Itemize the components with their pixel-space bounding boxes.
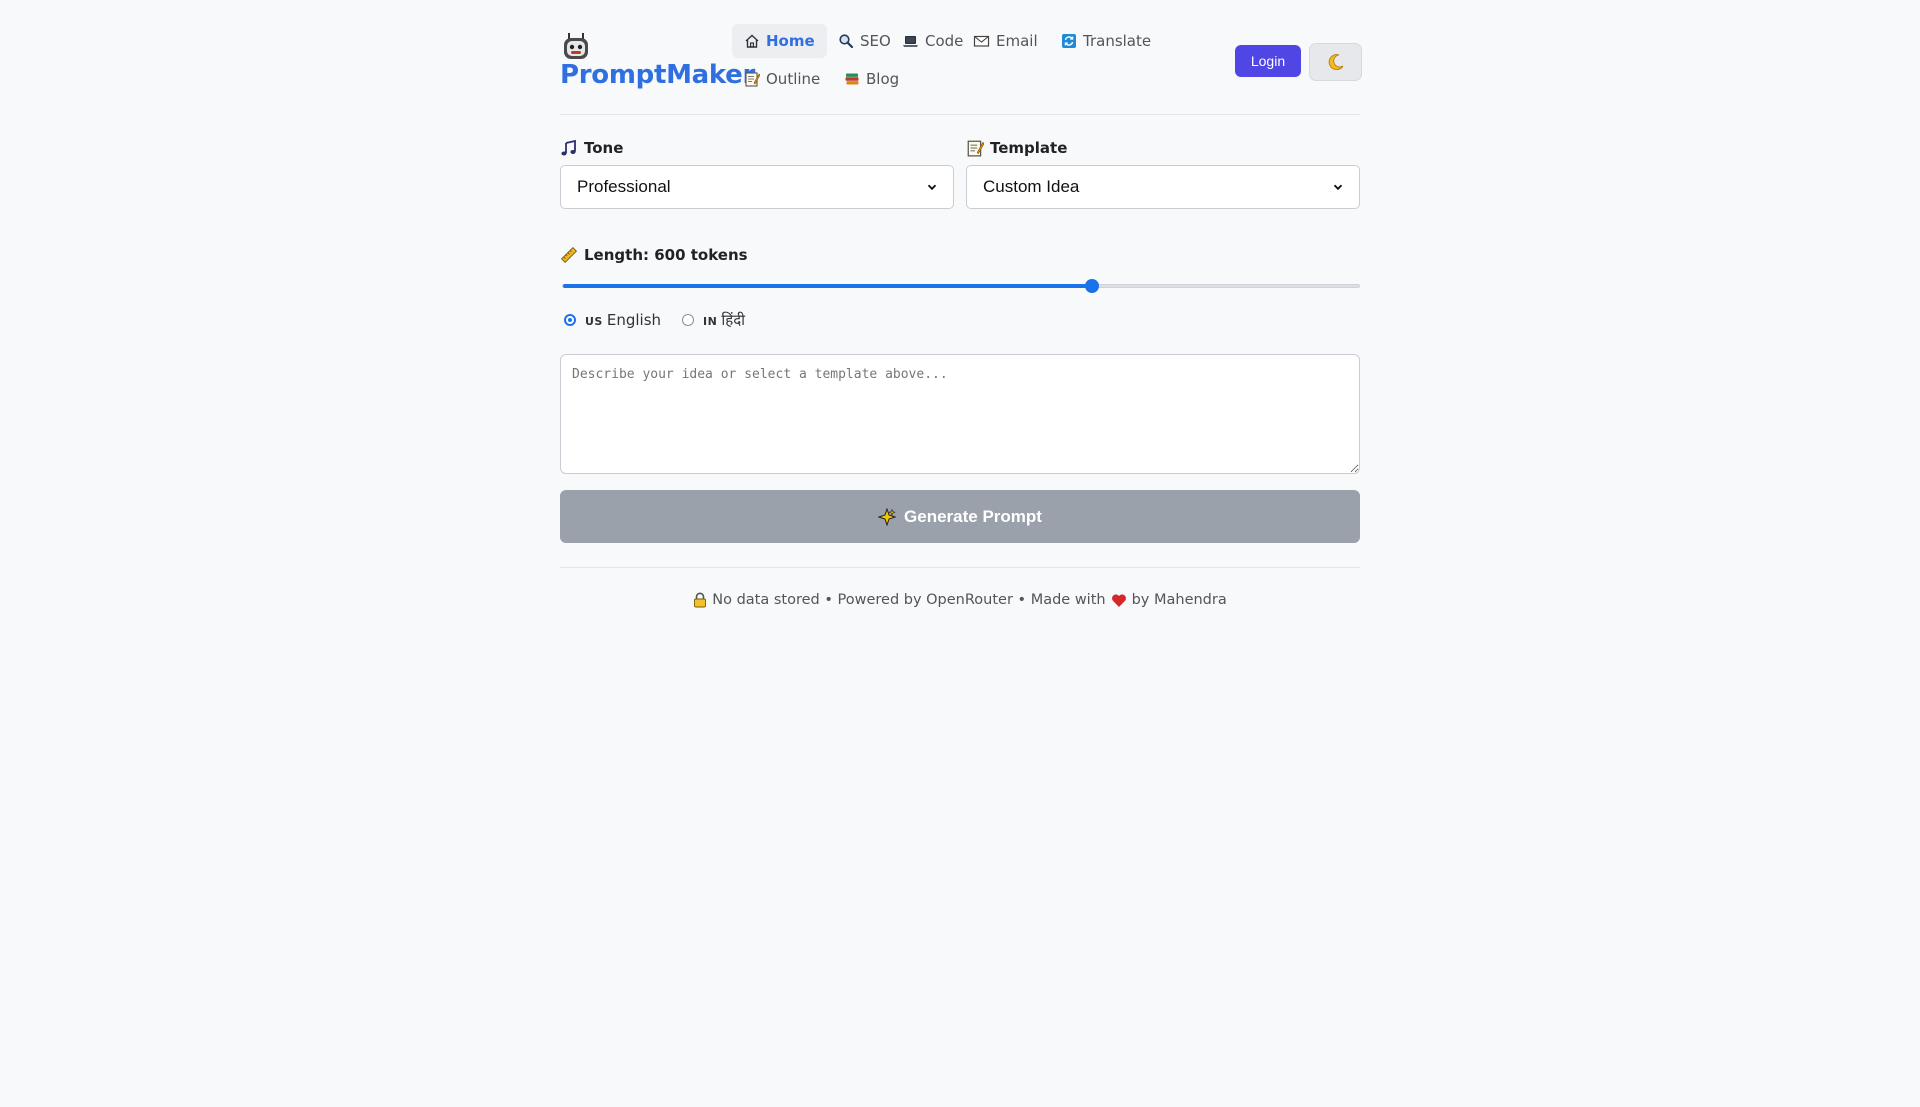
length-slider[interactable] xyxy=(562,279,1360,293)
magnifier-icon xyxy=(839,34,854,49)
heart-icon xyxy=(1111,593,1126,607)
theme-toggle-button[interactable] xyxy=(1309,43,1362,81)
footer: No data stored • Powered by OpenRouter •… xyxy=(560,592,1360,608)
moon-icon xyxy=(1328,54,1343,70)
footer-text-2: by Mahendra xyxy=(1131,592,1227,608)
nav-home-label: Home xyxy=(766,32,815,50)
language-label-hindi[interactable]: IN हिंदी xyxy=(703,310,745,330)
music-note-icon xyxy=(561,139,576,156)
sparkles-icon xyxy=(878,507,897,526)
nav-home[interactable]: Home xyxy=(732,24,827,58)
length-label-text: Length: 600 tokens xyxy=(584,246,748,264)
generate-prompt-label: Generate Prompt xyxy=(904,506,1042,526)
nav-translate[interactable]: Translate xyxy=(1049,24,1163,58)
language-radio-english[interactable] xyxy=(564,314,576,326)
template-select[interactable]: Custom Idea xyxy=(966,165,1360,209)
nav-translate-label: Translate xyxy=(1083,32,1152,50)
ruler-icon xyxy=(560,246,578,264)
brand-name[interactable]: PromptMaker xyxy=(560,60,755,90)
robot-icon xyxy=(560,30,592,62)
length-label: Length: 600 tokens xyxy=(560,246,748,264)
memo-icon xyxy=(967,140,984,157)
nav-email[interactable]: Email xyxy=(961,24,1050,58)
template-select-value: Custom Idea xyxy=(983,177,1080,196)
tone-label-text: Tone xyxy=(584,139,624,157)
login-button[interactable]: Login xyxy=(1235,45,1301,77)
generate-prompt-button[interactable]: Generate Prompt xyxy=(560,490,1360,543)
length-slider-thumb[interactable] xyxy=(1084,279,1099,293)
nav-outline[interactable]: Outline xyxy=(732,62,832,96)
footer-text-1: No data stored • Powered by OpenRouter •… xyxy=(712,592,1106,608)
nav-email-label: Email xyxy=(996,32,1038,50)
language-radio-hindi[interactable] xyxy=(682,314,695,326)
in-flag-icon: IN xyxy=(703,315,718,328)
length-slider-fill xyxy=(563,284,1092,288)
tone-select[interactable]: Professional xyxy=(560,165,954,209)
language-label-english[interactable]: US English xyxy=(585,311,661,329)
memo-icon xyxy=(745,72,760,87)
lock-icon xyxy=(694,592,707,608)
footer-divider xyxy=(560,567,1360,568)
language-options: US English IN हिंदी xyxy=(564,310,745,330)
app-container: PromptMaker Home SEO Code Email Translat… xyxy=(560,0,1362,608)
home-icon xyxy=(745,34,759,48)
nav-blog[interactable]: Blog xyxy=(832,62,911,96)
us-flag-icon: US xyxy=(585,315,603,328)
translate-icon xyxy=(1062,34,1076,48)
nav-seo-label: SEO xyxy=(860,32,891,50)
chevron-down-icon xyxy=(927,184,937,191)
tone-select-value: Professional xyxy=(577,177,671,196)
chevron-down-icon xyxy=(1333,184,1343,191)
template-label: Template xyxy=(966,139,1067,157)
nav-outline-label: Outline xyxy=(766,70,821,88)
language-hindi-text: हिंदी xyxy=(721,311,746,329)
language-english-text: English xyxy=(606,311,662,329)
tone-label: Tone xyxy=(560,139,623,157)
envelope-icon xyxy=(973,35,990,47)
laptop-icon xyxy=(903,36,918,47)
nav-code-label: Code xyxy=(925,32,964,50)
header: PromptMaker Home SEO Code Email Translat… xyxy=(560,0,1362,115)
nav-blog-label: Blog xyxy=(866,70,900,88)
prompt-input[interactable] xyxy=(560,354,1360,474)
books-icon xyxy=(845,73,859,85)
template-label-text: Template xyxy=(990,139,1068,157)
